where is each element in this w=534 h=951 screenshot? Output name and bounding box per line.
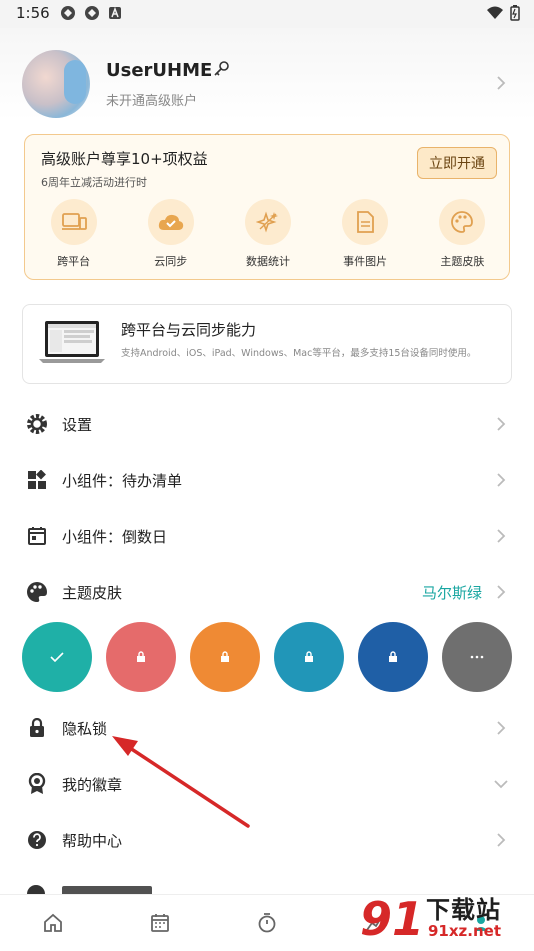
chevron-right-icon	[497, 473, 506, 487]
avatar[interactable]	[22, 50, 90, 118]
theme-swatch-locked[interactable]	[358, 622, 428, 692]
theme-swatch-locked[interactable]	[274, 622, 344, 692]
watermark: 91 下载站 91xz.net	[358, 888, 528, 948]
wifi-icon	[487, 6, 503, 19]
menu-label: 主题皮肤	[62, 583, 123, 602]
premium-title: 高级账户尊享10+项权益	[41, 150, 208, 168]
theme-swatches	[22, 622, 512, 692]
lock-icon	[221, 651, 229, 662]
benefit-cross-platform[interactable]: 跨平台	[26, 199, 122, 269]
calendar-icon	[151, 914, 170, 932]
nav-home[interactable]	[0, 895, 107, 951]
account-status: 未开通高级账户	[106, 94, 198, 109]
menu-item-theme[interactable]: 主题皮肤 马尔斯绿	[0, 564, 534, 620]
activate-button[interactable]: 立即开通	[417, 147, 497, 179]
menu-item-privacy-lock[interactable]: 隐私锁	[0, 700, 534, 756]
home-icon	[44, 913, 63, 932]
lock-icon	[389, 651, 397, 662]
calendar-icon	[26, 525, 48, 547]
menu-item-widget-countdown[interactable]: 小组件：倒数日	[0, 508, 534, 564]
chevron-right-icon	[497, 585, 506, 599]
notification-icons	[60, 5, 122, 21]
sync-title: 跨平台与云同步能力	[121, 321, 257, 339]
menu-label: 隐私锁	[62, 719, 108, 738]
premium-card[interactable]: 高级账户尊享10+项权益 6周年立减活动进行时 立即开通 跨平台 云同步 数据统…	[24, 134, 510, 280]
chevron-down-icon	[494, 780, 508, 789]
nav-calendar[interactable]	[107, 895, 214, 951]
menu-item-help[interactable]: 帮助中心	[0, 812, 534, 868]
menu-label: 我的徽章	[62, 775, 123, 794]
menu-item-widget-todo[interactable]: 小组件：待办清单	[0, 452, 534, 508]
gear-icon	[26, 413, 48, 435]
benefits-list: 跨平台 云同步 数据统计 事件图片 主题皮肤	[25, 199, 511, 269]
palette-icon	[26, 581, 48, 603]
current-theme-value: 马尔斯绿	[421, 583, 482, 602]
theme-swatch-locked[interactable]	[106, 622, 176, 692]
watermark-brand: 下载站	[426, 896, 501, 924]
benefit-theme-skins[interactable]: 主题皮肤	[414, 199, 510, 269]
cloud-sync-icon	[147, 199, 194, 245]
sparkle-icon	[244, 199, 291, 245]
app-notification-icon	[85, 6, 99, 20]
watermark-domain: 91xz.net	[428, 922, 502, 940]
more-icon	[470, 655, 484, 659]
app-notification-icon	[61, 6, 75, 20]
benefit-label: 事件图片	[343, 255, 388, 268]
menu-item-badges[interactable]: 我的徽章	[0, 756, 534, 812]
devices-icon	[50, 199, 97, 245]
widgets-icon	[26, 469, 48, 491]
more-themes-swatch[interactable]	[442, 622, 512, 692]
lock-icon	[26, 717, 48, 739]
menu-label: 帮助中心	[62, 831, 123, 850]
menu-label: 设置	[62, 415, 93, 434]
key-icon[interactable]	[212, 60, 230, 78]
share-icon	[27, 885, 45, 894]
lock-icon	[137, 651, 145, 662]
battery-icon	[510, 5, 520, 21]
status-bar: 1:56	[0, 0, 534, 28]
benefit-label: 主题皮肤	[440, 255, 485, 268]
palette-icon	[439, 199, 486, 245]
benefit-label: 云同步	[154, 255, 188, 268]
benefit-cloud-sync[interactable]: 云同步	[123, 199, 219, 269]
theme-swatch-locked[interactable]	[190, 622, 260, 692]
username: UserUHME	[106, 60, 213, 81]
check-icon	[50, 652, 64, 662]
badge-icon	[26, 773, 48, 795]
chevron-right-icon	[497, 721, 506, 735]
chevron-right-icon	[497, 529, 506, 543]
laptop-image	[39, 321, 105, 363]
nav-timer[interactable]	[214, 895, 321, 951]
timer-icon	[258, 913, 276, 933]
help-icon	[26, 829, 48, 851]
text-notification-icon	[109, 6, 121, 19]
chevron-right-icon	[497, 833, 506, 847]
menu-label: 小组件：待办清单	[62, 471, 183, 490]
lock-icon	[305, 651, 313, 662]
watermark-logo: 91	[360, 892, 425, 946]
sync-feature-card[interactable]: 跨平台与云同步能力 支持Android、iOS、iPad、Windows、Mac…	[22, 304, 512, 384]
benefit-event-images[interactable]: 事件图片	[317, 199, 413, 269]
benefit-label: 数据统计	[245, 255, 290, 268]
benefit-label: 跨平台	[57, 255, 91, 268]
menu-item-settings[interactable]: 设置	[0, 396, 534, 452]
system-icons	[486, 5, 520, 21]
premium-promo: 6周年立减活动进行时	[41, 176, 147, 189]
theme-swatch-selected[interactable]	[22, 622, 92, 692]
menu-label: 小组件：倒数日	[62, 527, 168, 546]
chevron-right-icon	[497, 417, 506, 431]
document-icon	[342, 199, 389, 245]
status-time: 1:56	[16, 4, 50, 22]
sync-description: 支持Android、iOS、iPad、Windows、Mac等平台，最多支持15…	[121, 348, 477, 359]
benefit-statistics[interactable]: 数据统计	[220, 199, 316, 269]
chevron-right-icon[interactable]	[496, 76, 506, 90]
